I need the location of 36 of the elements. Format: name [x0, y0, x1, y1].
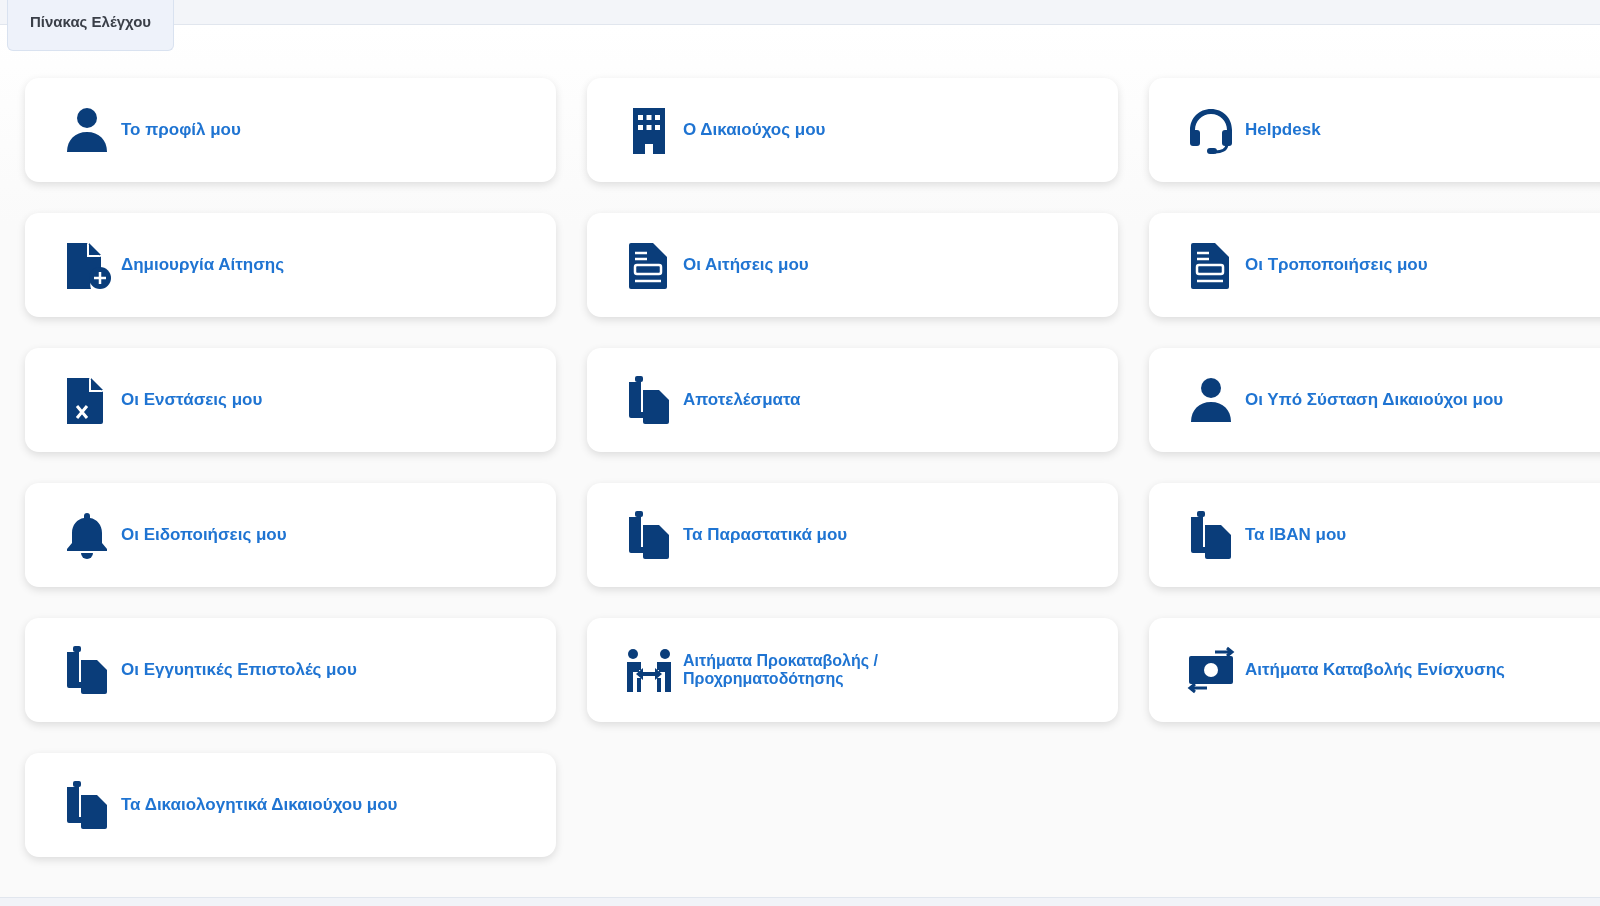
dashboard-tile[interactable]: Αιτήματα Προκαταβολής / Προχρηματοδότησης: [587, 618, 1118, 722]
money-exchange-icon: [1187, 646, 1235, 694]
tile-label: Οι Εγγυητικές Επιστολές μου: [121, 660, 357, 680]
tile-label: Αιτήματα Προκαταβολής / Προχρηματοδότησης: [683, 652, 879, 688]
tile-label: Helpdesk: [1245, 120, 1321, 140]
tile-label: Τα IBAN μου: [1245, 525, 1347, 545]
tile-label: Το προφίλ μου: [121, 120, 241, 140]
tile-label: Οι Τροποποιήσεις μου: [1245, 255, 1428, 275]
dashboard-tile[interactable]: Δημιουργία Αίτησης: [25, 213, 556, 317]
dashboard-tile[interactable]: Οι Ειδοποιήσεις μου: [25, 483, 556, 587]
dashboard-tile[interactable]: Ο Δικαιούχος μου: [587, 78, 1118, 182]
dashboard-tile[interactable]: Helpdesk: [1149, 78, 1600, 182]
people-arrows-icon: [625, 646, 673, 694]
dashboard-tile[interactable]: Τα Δικαιολογητικά Δικαιούχου μου: [25, 753, 556, 857]
tile-label: Οι Ειδοποιήσεις μου: [121, 525, 287, 545]
tile-label: Δημιουργία Αίτησης: [121, 255, 285, 275]
dashboard-tab[interactable]: Πίνακας Ελέγχου: [7, 0, 174, 51]
tile-label: Τα Παραστατικά μου: [683, 525, 848, 545]
dashboard-tile[interactable]: Τα Παραστατικά μου: [587, 483, 1118, 587]
dashboard-tile[interactable]: Τα IBAN μου: [1149, 483, 1600, 587]
dashboard-tile[interactable]: Οι Ενστάσεις μου: [25, 348, 556, 452]
dashboard-tile[interactable]: Το προφίλ μου: [25, 78, 556, 182]
tile-label: Οι Υπό Σύσταση Δικαιούχοι μου: [1245, 390, 1504, 410]
tile-label: Ο Δικαιούχος μου: [683, 120, 826, 140]
dashboard-tile[interactable]: Αιτήματα Καταβολής Ενίσχυσης: [1149, 618, 1600, 722]
tile-label: Οι Αιτήσεις μου: [683, 255, 809, 275]
tile-label: Αποτελέσματα: [683, 390, 801, 410]
tile-label: Αιτήματα Καταβολής Ενίσχυσης: [1245, 660, 1505, 680]
dashboard-tile[interactable]: Αποτελέσματα: [587, 348, 1118, 452]
dashboard-tile[interactable]: Οι Υπό Σύσταση Δικαιούχοι μου: [1149, 348, 1600, 452]
tile-label: Οι Ενστάσεις μου: [121, 390, 263, 410]
dashboard-tile[interactable]: Οι Εγγυητικές Επιστολές μου: [25, 618, 556, 722]
dashboard-tile[interactable]: Οι Τροποποιήσεις μου: [1149, 213, 1600, 317]
headset-icon: [1187, 106, 1235, 154]
dashboard-tile[interactable]: Οι Αιτήσεις μου: [587, 213, 1118, 317]
tile-label: Τα Δικαιολογητικά Δικαιούχου μου: [121, 795, 398, 815]
